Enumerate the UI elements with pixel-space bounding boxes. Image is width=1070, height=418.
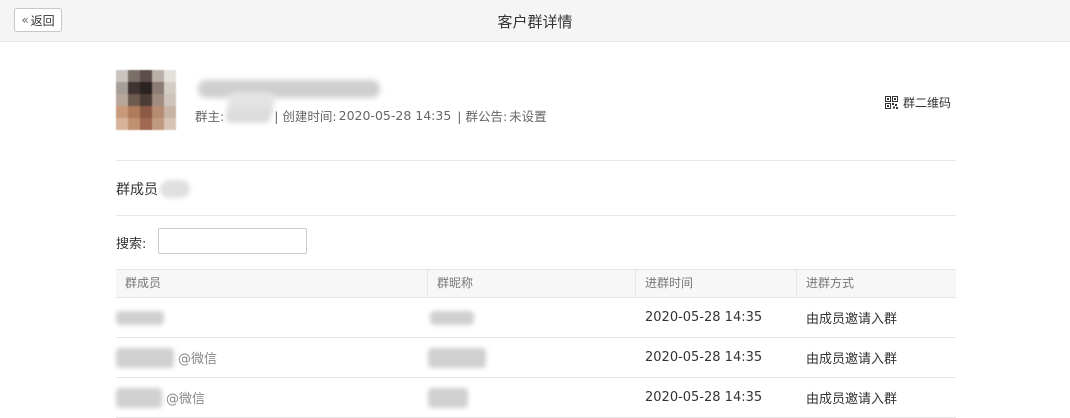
column-header-member: 群成员	[125, 276, 162, 290]
member-suffix: @微信	[178, 352, 218, 367]
nickname-cell	[428, 378, 468, 417]
column-header-nickname: 群昵称	[427, 270, 635, 297]
created-label: | 创建时间:	[274, 109, 337, 124]
qr-code-label: 群二维码	[903, 96, 952, 110]
join-method-cell: 由成员邀请入群	[806, 352, 898, 367]
group-meta: 群主: | 创建时间: 2020-05-28 14:35 | 群公告: 未设置	[195, 106, 547, 125]
table-row[interactable]: @微信 2020-05-28 14:35 由成员邀请入群	[116, 338, 956, 378]
owner-name-redacted	[226, 108, 271, 123]
join-time-cell: 2020-05-28 14:35	[645, 310, 763, 325]
announcement-value: 未设置	[509, 109, 547, 124]
group-qr-code-link[interactable]: 群二维码	[885, 94, 951, 111]
members-title-label: 群成员	[116, 182, 158, 198]
members-table: 群成员 群昵称 进群时间 进群方式 2020-05-28 14:35 由成员邀请…	[116, 269, 956, 418]
qr-code-icon	[885, 96, 898, 109]
table-row[interactable]: @微信 2020-05-28 14:35 由成员邀请入群	[116, 378, 956, 418]
member-suffix: @微信	[166, 392, 206, 407]
column-header-join-method: 进群方式	[796, 270, 956, 297]
top-bar: « 返回 客户群详情	[0, 0, 1070, 42]
member-cell: @微信	[116, 378, 205, 417]
member-cell: @微信	[116, 338, 217, 377]
table-row[interactable]: 2020-05-28 14:35 由成员邀请入群	[116, 298, 956, 338]
member-cell	[116, 298, 168, 337]
owner-label: 群主:	[195, 109, 225, 124]
join-time-cell: 2020-05-28 14:35	[645, 350, 763, 365]
announcement-label: | 群公告:	[457, 109, 508, 124]
nickname-redacted	[430, 310, 474, 325]
member-count-redacted	[160, 180, 190, 198]
members-section-title: 群成员	[116, 179, 190, 199]
member-name-redacted	[116, 310, 164, 325]
column-header-join-time: 进群时间	[635, 270, 796, 297]
nickname-cell	[428, 338, 486, 377]
join-method-cell: 由成员邀请入群	[806, 312, 898, 327]
search-input[interactable]	[158, 228, 307, 254]
divider	[116, 160, 956, 161]
join-time-cell: 2020-05-28 14:35	[645, 390, 763, 405]
created-time: 2020-05-28 14:35	[338, 108, 452, 123]
nickname-cell	[430, 298, 474, 337]
join-method-cell: 由成员邀请入群	[806, 392, 898, 407]
group-avatar	[116, 70, 176, 130]
group-name-redacted	[198, 80, 380, 98]
nickname-redacted	[428, 347, 486, 368]
page-title: 客户群详情	[497, 13, 573, 31]
search-label: 搜索:	[116, 237, 147, 252]
member-name-redacted	[116, 347, 174, 368]
member-name-redacted	[116, 387, 162, 408]
table-header: 群成员 群昵称 进群时间 进群方式	[116, 269, 956, 298]
divider	[116, 215, 956, 216]
nickname-redacted	[428, 387, 468, 408]
